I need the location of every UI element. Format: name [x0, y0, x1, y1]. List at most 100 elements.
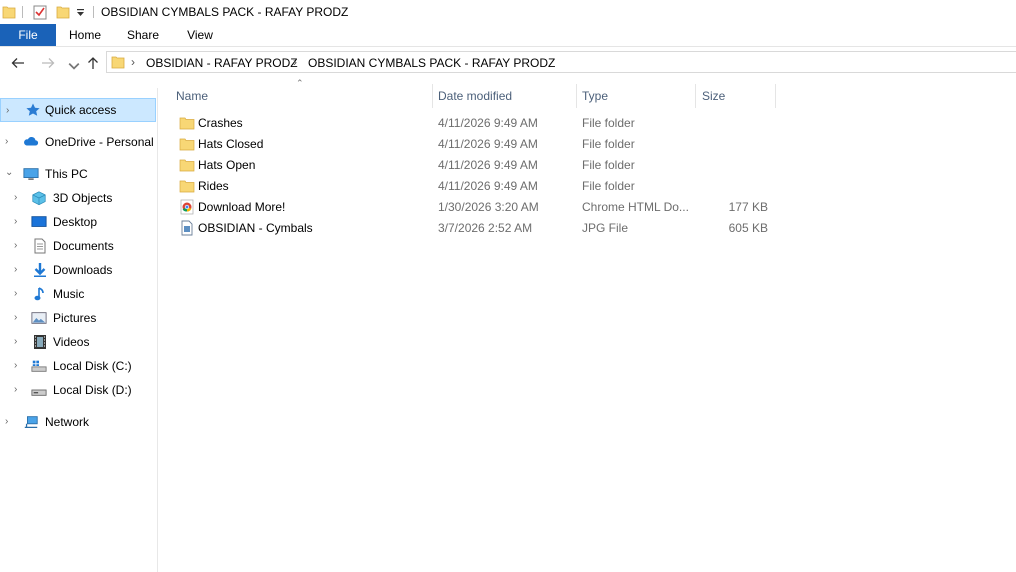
title-bar: OBSIDIAN CYMBALS PACK - RAFAY PRODZ: [0, 0, 1016, 24]
sidebar-item-desktop[interactable]: › Desktop: [0, 210, 156, 234]
tab-home[interactable]: Home: [62, 24, 108, 46]
sidebar-item-label: Pictures: [53, 311, 97, 325]
up-arrow-icon[interactable]: [85, 55, 101, 71]
breadcrumb-item[interactable]: OBSIDIAN - RAFAY PRODZ: [146, 56, 298, 70]
chevron-right-icon[interactable]: ›: [14, 336, 24, 347]
new-folder-icon[interactable]: [56, 4, 70, 20]
column-divider[interactable]: [576, 84, 577, 108]
chevron-right-icon[interactable]: ›: [14, 288, 24, 299]
file-row[interactable]: Download More! 1/30/2026 3:20 AM Chrome …: [176, 197, 776, 218]
breadcrumb-item[interactable]: OBSIDIAN CYMBALS PACK - RAFAY PRODZ: [308, 56, 555, 70]
column-divider[interactable]: [695, 84, 696, 108]
column-divider[interactable]: [775, 84, 776, 108]
chevron-right-icon[interactable]: ›: [5, 416, 15, 427]
document-icon: [34, 238, 46, 254]
file-row[interactable]: Hats Open 4/11/2026 9:49 AM File folder: [176, 155, 776, 176]
forward-arrow-icon[interactable]: [40, 55, 56, 71]
column-header-size[interactable]: Size: [702, 84, 774, 108]
desktop-icon: [31, 216, 47, 227]
customize-toolbar-icon[interactable]: [76, 8, 85, 17]
chevron-down-icon[interactable]: ⌄: [5, 167, 15, 178]
sidebar-item-music[interactable]: › Music: [0, 282, 156, 306]
file-name: Hats Open: [198, 158, 256, 172]
image-file-icon: [181, 220, 193, 236]
column-divider[interactable]: [432, 84, 433, 108]
sidebar-item-documents[interactable]: › Documents: [0, 234, 156, 258]
chevron-right-icon[interactable]: ›: [14, 264, 24, 275]
sidebar-item-network[interactable]: › Network: [0, 410, 156, 434]
cube-icon: [32, 191, 46, 206]
breadcrumb-separator-icon[interactable]: ›: [131, 55, 135, 69]
star-icon: [26, 103, 40, 116]
file-type: File folder: [582, 137, 635, 151]
file-date: 3/7/2026 2:52 AM: [438, 221, 533, 235]
chrome-icon: [180, 199, 194, 215]
navigation-pane: › Quick access › OneDrive - Personal ⌄ T…: [0, 88, 158, 572]
chevron-right-icon[interactable]: ›: [14, 384, 24, 395]
file-row[interactable]: Crashes 4/11/2026 9:49 AM File folder: [176, 113, 776, 134]
divider: [93, 6, 94, 18]
recent-locations-chevron-icon[interactable]: [66, 58, 82, 74]
folder-icon: [179, 159, 195, 172]
address-bar[interactable]: › OBSIDIAN - RAFAY PRODZ › OBSIDIAN CYMB…: [106, 51, 1016, 73]
sidebar-item-label: This PC: [45, 167, 88, 181]
sidebar-item-label: Music: [53, 287, 85, 301]
sidebar-item-label: Documents: [53, 239, 114, 253]
column-header-name[interactable]: Name: [176, 84, 432, 108]
chevron-right-icon[interactable]: ›: [14, 192, 24, 203]
sidebar-item-3d-objects[interactable]: › 3D Objects: [0, 186, 156, 210]
column-header-label: Date modified: [438, 89, 513, 103]
film-icon: [34, 335, 46, 349]
chevron-right-icon[interactable]: ›: [6, 105, 16, 116]
network-icon: [24, 416, 38, 428]
tab-file[interactable]: File: [0, 24, 56, 46]
properties-icon[interactable]: [32, 4, 48, 20]
chevron-right-icon[interactable]: ›: [14, 240, 24, 251]
window-title: OBSIDIAN CYMBALS PACK - RAFAY PRODZ: [101, 5, 349, 19]
column-header-label: Type: [582, 89, 609, 103]
column-header-type[interactable]: Type: [582, 84, 694, 108]
divider: [22, 6, 23, 18]
file-name: Download More!: [198, 200, 286, 214]
ribbon-tabs: File Home Share View: [0, 24, 1016, 47]
file-type: JPG File: [582, 221, 629, 235]
disk-icon: [31, 389, 47, 396]
sidebar-item-onedrive[interactable]: › OneDrive - Personal: [0, 130, 156, 154]
sidebar-item-quick-access[interactable]: › Quick access: [0, 98, 156, 122]
tab-view[interactable]: View: [178, 24, 222, 46]
sidebar-item-pictures[interactable]: › Pictures: [0, 306, 156, 330]
file-date: 1/30/2026 3:20 AM: [438, 200, 539, 214]
sidebar-item-label: Quick access: [45, 103, 117, 117]
sidebar-item-this-pc[interactable]: ⌄ This PC: [0, 162, 156, 186]
sidebar-item-label: Local Disk (C:): [53, 359, 132, 373]
windows-disk-icon: [31, 360, 47, 372]
file-type: Chrome HTML Do...: [582, 200, 689, 214]
folder-icon: [179, 117, 195, 130]
sidebar-item-label: Local Disk (D:): [53, 383, 132, 397]
tab-share[interactable]: Share: [120, 24, 166, 46]
file-row[interactable]: OBSIDIAN - Cymbals 3/7/2026 2:52 AM JPG …: [176, 218, 776, 239]
sidebar-item-videos[interactable]: › Videos: [0, 330, 156, 354]
file-name: Hats Closed: [198, 137, 264, 151]
file-row[interactable]: Hats Closed 4/11/2026 9:49 AM File folde…: [176, 134, 776, 155]
chevron-right-icon[interactable]: ›: [5, 136, 15, 147]
column-header-date-modified[interactable]: Date modified: [438, 84, 576, 108]
file-date: 4/11/2026 9:49 AM: [438, 116, 538, 130]
sidebar-item-label: Desktop: [53, 215, 98, 229]
sidebar-item-label: Downloads: [53, 263, 113, 277]
breadcrumb-separator-icon[interactable]: ›: [293, 55, 297, 69]
file-row[interactable]: Rides 4/11/2026 9:49 AM File folder: [176, 176, 776, 197]
sidebar-item-downloads[interactable]: › Downloads: [0, 258, 156, 282]
picture-icon: [31, 312, 47, 324]
chevron-right-icon[interactable]: ›: [14, 360, 24, 371]
back-arrow-icon[interactable]: [10, 55, 26, 71]
file-name: Rides: [198, 179, 229, 193]
chevron-right-icon[interactable]: ›: [14, 312, 24, 323]
file-type: File folder: [582, 179, 635, 193]
sidebar-item-local-disk-d[interactable]: › Local Disk (D:): [0, 378, 156, 402]
chevron-right-icon[interactable]: ›: [14, 216, 24, 227]
sidebar-item-label: Network: [45, 415, 90, 429]
file-name: Crashes: [198, 116, 243, 130]
sidebar-item-local-disk-c[interactable]: › Local Disk (C:): [0, 354, 156, 378]
file-date: 4/11/2026 9:49 AM: [438, 179, 538, 193]
